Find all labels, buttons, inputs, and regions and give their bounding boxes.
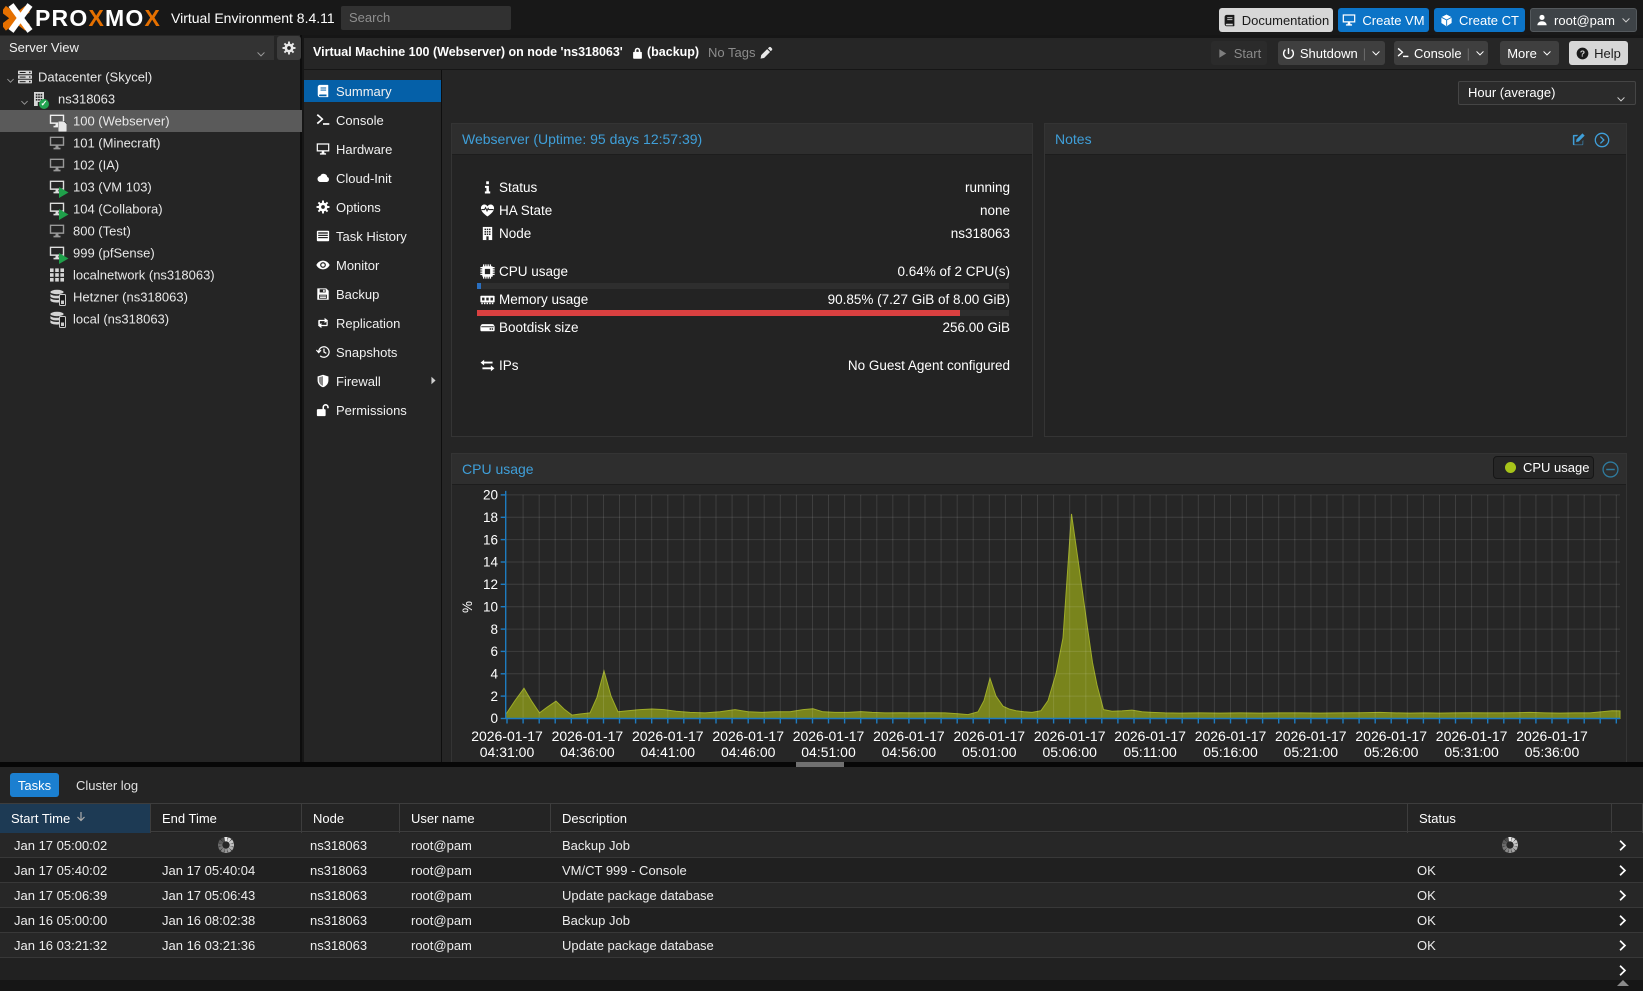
svg-text:16: 16	[483, 532, 498, 547]
svg-text:2: 2	[490, 689, 498, 704]
svg-text:05:31:00: 05:31:00	[1444, 744, 1499, 760]
svg-text:2026-01-17: 2026-01-17	[953, 728, 1025, 744]
svg-text:2026-01-17: 2026-01-17	[552, 728, 624, 744]
svg-text:04:41:00: 04:41:00	[641, 744, 696, 760]
svg-text:04:31:00: 04:31:00	[480, 744, 535, 760]
svg-text:04:51:00: 04:51:00	[801, 744, 856, 760]
svg-text:05:01:00: 05:01:00	[962, 744, 1017, 760]
svg-text:2026-01-17: 2026-01-17	[1195, 728, 1267, 744]
svg-text:2026-01-17: 2026-01-17	[712, 728, 784, 744]
svg-text:05:11:00: 05:11:00	[1123, 744, 1177, 760]
svg-text:05:26:00: 05:26:00	[1364, 744, 1419, 760]
svg-text:04:46:00: 04:46:00	[721, 744, 776, 760]
svg-text:20: 20	[483, 488, 498, 503]
svg-text:04:56:00: 04:56:00	[882, 744, 937, 760]
svg-text:05:06:00: 05:06:00	[1042, 744, 1097, 760]
svg-text:6: 6	[490, 644, 498, 659]
svg-text:12: 12	[483, 577, 498, 592]
svg-text:2026-01-17: 2026-01-17	[793, 728, 865, 744]
svg-text:2026-01-17: 2026-01-17	[1436, 728, 1508, 744]
svg-text:05:36:00: 05:36:00	[1525, 744, 1580, 760]
svg-text:%: %	[460, 601, 475, 613]
svg-text:2026-01-17: 2026-01-17	[1516, 728, 1588, 744]
svg-text:0: 0	[490, 711, 498, 726]
svg-text:2026-01-17: 2026-01-17	[1114, 728, 1186, 744]
svg-text:05:16:00: 05:16:00	[1203, 744, 1258, 760]
svg-text:18: 18	[483, 510, 498, 525]
svg-text:05:21:00: 05:21:00	[1284, 744, 1339, 760]
svg-text:2026-01-17: 2026-01-17	[1034, 728, 1106, 744]
svg-text:2026-01-17: 2026-01-17	[1275, 728, 1347, 744]
svg-text:10: 10	[483, 599, 498, 614]
svg-text:?: ?	[1580, 48, 1585, 58]
svg-text:14: 14	[483, 555, 499, 570]
svg-text:2026-01-17: 2026-01-17	[471, 728, 543, 744]
svg-text:2026-01-17: 2026-01-17	[632, 728, 704, 744]
svg-text:2026-01-17: 2026-01-17	[873, 728, 945, 744]
svg-text:4: 4	[490, 667, 498, 682]
svg-text:2026-01-17: 2026-01-17	[1355, 728, 1427, 744]
svg-text:04:36:00: 04:36:00	[560, 744, 615, 760]
svg-text:8: 8	[490, 622, 498, 637]
